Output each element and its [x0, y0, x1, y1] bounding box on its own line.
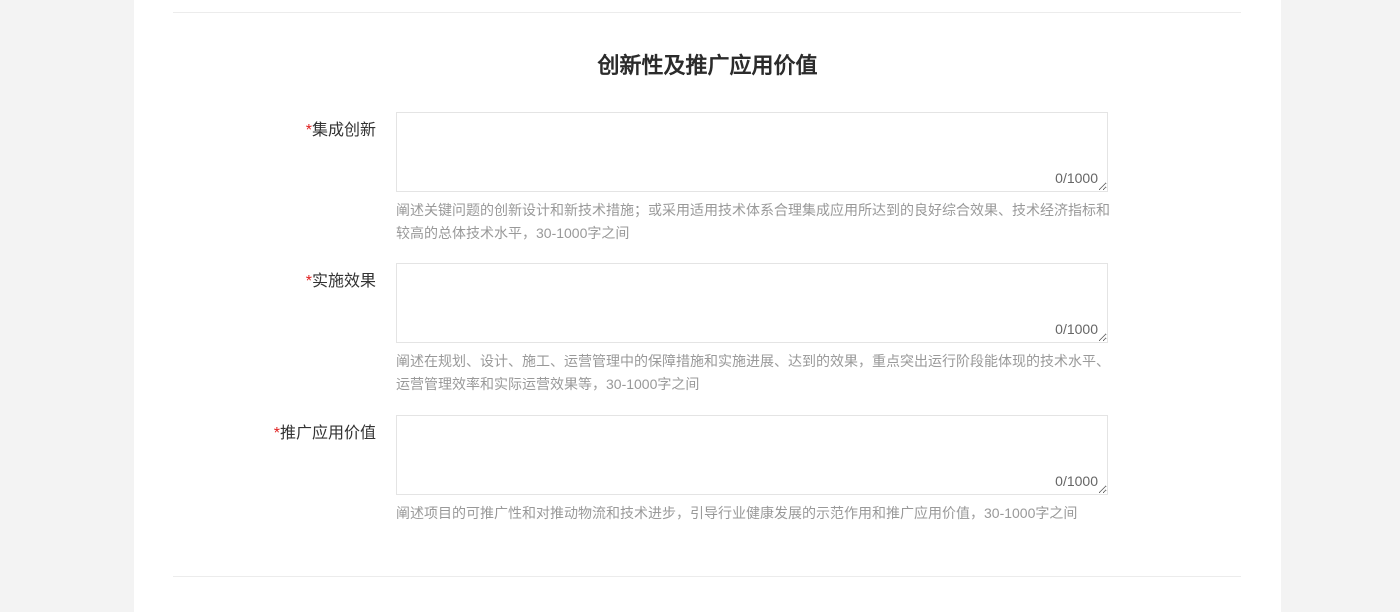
field-label-text: 实施效果	[311, 273, 376, 290]
textarea-wrapper: 0/1000	[396, 415, 1108, 495]
bottom-divider	[173, 576, 1241, 577]
field-label-implementation-effect: *实施效果	[134, 263, 376, 293]
field-label-text: 集成创新	[311, 122, 376, 139]
help-text: 阐述在规划、设计、施工、运营管理中的保障措施和实施进展、达到的效果，重点突出运行…	[396, 353, 1110, 392]
help-text: 阐述项目的可推广性和对推动物流和技术进步，引导行业健康发展的示范作用和推广应用价…	[396, 505, 1078, 521]
field-label-promotion-value: *推广应用价值	[134, 415, 376, 445]
promotion-value-textarea[interactable]	[396, 415, 1108, 495]
field-label-integrated-innovation: *集成创新	[134, 112, 376, 142]
field-body: 0/1000 阐述项目的可推广性和对推动物流和技术进步，引导行业健康发展的示范作…	[396, 415, 1156, 525]
implementation-effect-textarea[interactable]	[396, 263, 1108, 343]
section-title: 创新性及推广应用价值	[597, 53, 818, 78]
integrated-innovation-textarea[interactable]	[396, 112, 1108, 192]
field-body: 0/1000 阐述关键问题的创新设计和新技术措施；或采用适用技术体系合理集成应用…	[396, 112, 1156, 245]
field-label-text: 推广应用价值	[279, 425, 376, 442]
top-divider	[173, 12, 1241, 13]
help-text: 阐述关键问题的创新设计和新技术措施；或采用适用技术体系合理集成应用所达到的良好综…	[396, 202, 1110, 241]
textarea-wrapper: 0/1000	[396, 112, 1108, 192]
content-panel: 创新性及推广应用价值 *集成创新 0/1000 阐述关键问题的创新设计和新技术措…	[134, 0, 1281, 612]
textarea-wrapper: 0/1000	[396, 263, 1108, 343]
field-body: 0/1000 阐述在规划、设计、施工、运营管理中的保障措施和实施进展、达到的效果…	[396, 263, 1156, 396]
